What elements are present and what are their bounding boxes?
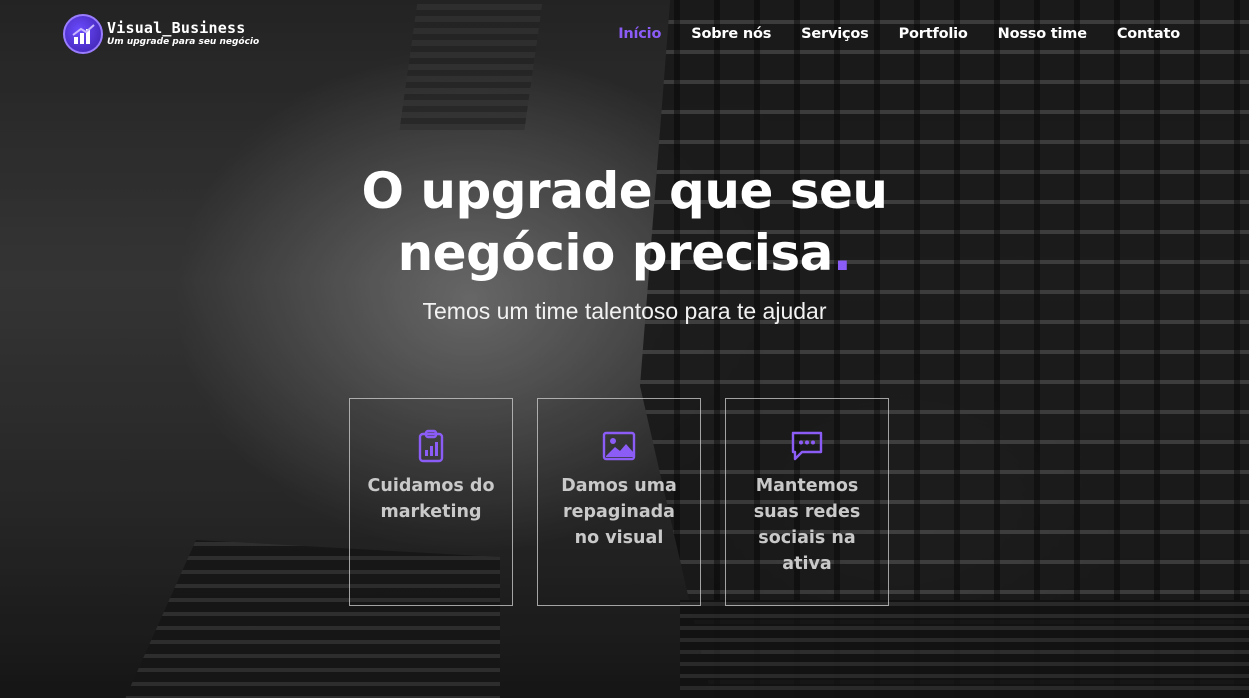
site-header: Visual_Business Um upgrade para seu negó…	[0, 0, 1249, 70]
hero-headline: O upgrade que seu negócio precisa.	[0, 160, 1249, 284]
headline-line-1: O upgrade que seu	[361, 162, 888, 220]
hero-subtitle: Temos um time talentoso para te ajudar	[422, 298, 827, 324]
hero-section: Visual_Business Um upgrade para seu negó…	[0, 0, 1249, 698]
logo-chart-icon	[63, 14, 103, 54]
service-card-marketing[interactable]: Cuidamos do marketing	[349, 398, 513, 606]
headline-line-2: negócio precisa	[397, 224, 834, 282]
service-card-social[interactable]: Mantemos suas redes sociais na ativa	[725, 398, 889, 606]
main-nav: Início Sobre nós Serviços Portfolio Noss…	[618, 26, 1180, 42]
brand-logo[interactable]: Visual_Business Um upgrade para seu negó…	[63, 14, 259, 54]
chat-bubble-icon	[791, 431, 823, 461]
brand-tagline: Um upgrade para seu negócio	[107, 37, 260, 47]
nav-item-nosso-time[interactable]: Nosso time	[998, 26, 1087, 42]
clipboard-chart-icon	[418, 429, 444, 463]
service-card-visual[interactable]: Damos uma repaginada no visual	[537, 398, 701, 606]
service-card-text: Cuidamos do marketing	[367, 476, 495, 522]
brand-name: Visual_Business	[107, 19, 246, 37]
image-icon	[602, 431, 636, 461]
service-cards: Cuidamos do marketing Damos uma repagina…	[349, 398, 889, 606]
service-card-text: Mantemos suas redes sociais na ativa	[753, 476, 861, 574]
nav-item-sobre-nos[interactable]: Sobre nós	[691, 26, 771, 42]
nav-item-contato[interactable]: Contato	[1117, 26, 1180, 42]
nav-item-inicio[interactable]: Início	[618, 26, 661, 42]
nav-item-servicos[interactable]: Serviços	[801, 26, 869, 42]
nav-item-portfolio[interactable]: Portfolio	[899, 26, 968, 42]
headline-accent-dot: .	[832, 224, 852, 282]
service-card-text: Damos uma repaginada no visual	[561, 476, 677, 548]
